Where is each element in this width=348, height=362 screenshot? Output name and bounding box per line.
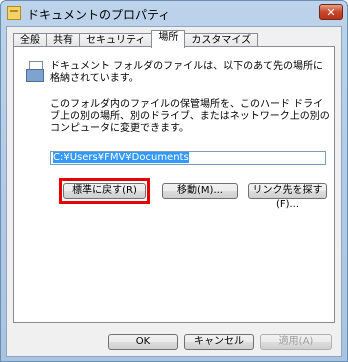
location-description: ドキュメント フォルダのファイルは、以下のあて先の場所に格納されています。 (50, 61, 323, 84)
dialog-client: 全般 共有 セキュリティ 場所 カスタマイズ ドキュメント フォルダのファイルは… (6, 26, 342, 357)
ok-button[interactable]: OK (108, 334, 178, 350)
relocate-description: このフォルダ内のファイルの保管場所を、このハード ドライブ上の別の場所、別のドラ… (50, 99, 330, 134)
title-bar: ドキュメントのプロパティ ✕ (5, 4, 343, 24)
folder-icon (7, 6, 21, 20)
move-button[interactable]: 移動(M)... (162, 183, 238, 199)
close-button[interactable]: ✕ (319, 4, 343, 20)
apply-button[interactable]: 適用(A) (260, 334, 332, 350)
location-panel: ドキュメント フォルダのファイルは、以下のあて先の場所に格納されています。 この… (13, 46, 335, 323)
cancel-button[interactable]: キャンセル (184, 334, 254, 350)
window-title: ドキュメントのプロパティ (27, 8, 171, 22)
location-path-input[interactable]: C:¥Users¥FMV¥Documents (50, 151, 326, 165)
location-path-value: C:¥Users¥FMV¥Documents (53, 152, 189, 163)
properties-window: ドキュメントのプロパティ ✕ 全般 共有 セキュリティ 場所 カスタマイズ ドキ… (0, 0, 348, 362)
documents-folder-icon (26, 61, 44, 83)
tab-strip: 全般 共有 セキュリティ 場所 カスタマイズ (13, 30, 259, 48)
tab-location[interactable]: 場所 (151, 30, 186, 48)
highlight-box (59, 178, 150, 204)
find-target-button[interactable]: リンク先を探す(F)... (248, 183, 327, 210)
